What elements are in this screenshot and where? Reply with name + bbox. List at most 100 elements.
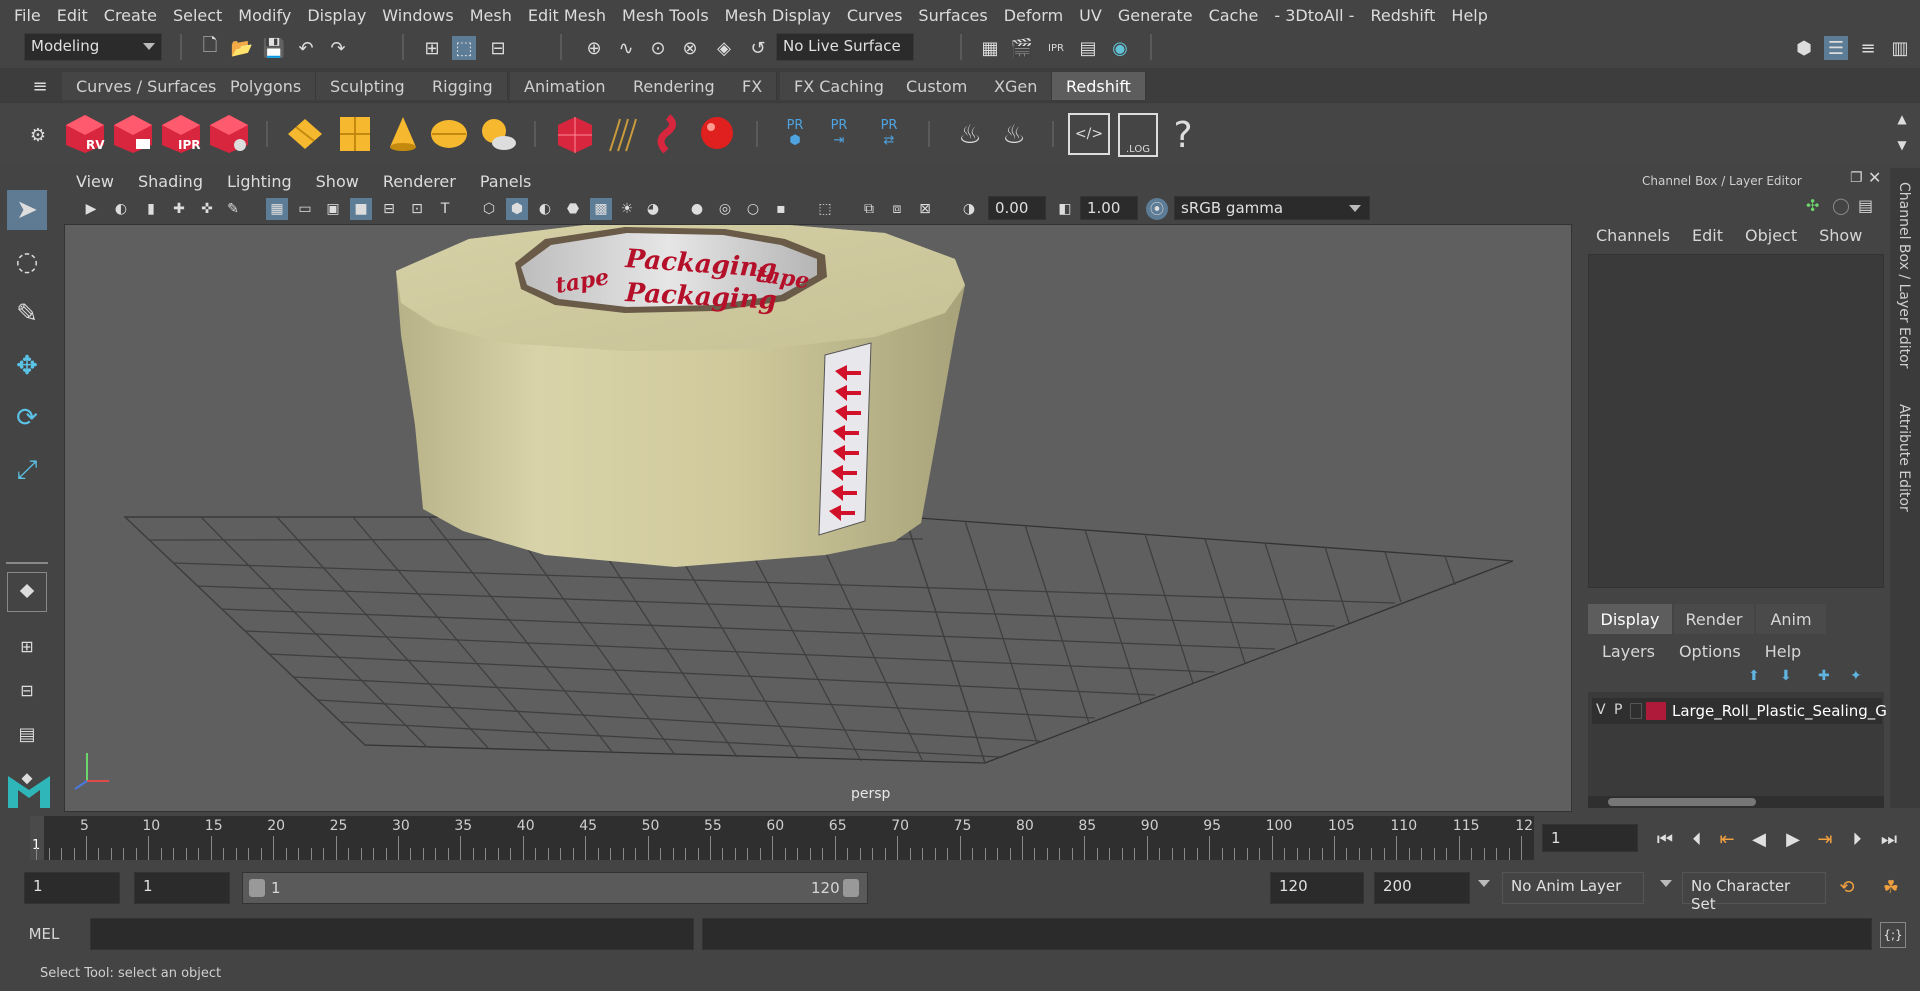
redshift-ipr-icon[interactable]: IPR	[160, 113, 202, 155]
textured-icon[interactable]: ▩	[590, 198, 612, 220]
rotate-tool-icon[interactable]: ⟳	[7, 398, 47, 438]
tab-xgen[interactable]: XGen	[980, 72, 1053, 100]
menu-generate[interactable]: Generate	[1110, 6, 1201, 25]
four-view-layout-icon[interactable]: ⊞	[7, 626, 47, 666]
close-icon[interactable]: ✕	[1868, 168, 1881, 187]
tab-curves-surfaces[interactable]: Curves / Surfaces	[62, 72, 232, 100]
pr-export-icon[interactable]: PR ⇥	[826, 109, 852, 157]
toggle-panels-icon[interactable]: ☰	[1824, 36, 1848, 60]
anim-layer-dropdown[interactable]: No Anim Layer	[1502, 872, 1644, 904]
next-key-icon[interactable]: ⇥	[1812, 826, 1838, 852]
attribute-panel-icon[interactable]: ≡	[1856, 36, 1880, 60]
playback-end-field[interactable]: 120	[1270, 872, 1364, 904]
exposure-field[interactable]: 0.00	[988, 196, 1046, 220]
lasso-tool-icon[interactable]: ◌	[7, 242, 47, 282]
single-layout-icon[interactable]: ⯁	[7, 572, 47, 612]
menu-display[interactable]: Display	[299, 6, 374, 25]
side-tab-channel-box[interactable]: Channel Box / Layer Editor	[1896, 182, 1912, 368]
image-plane-icon[interactable]: ✚	[168, 198, 190, 220]
tab-redshift[interactable]: Redshift	[1052, 72, 1146, 100]
layers-menu[interactable]: Layers	[1602, 642, 1655, 661]
xray-joints-icon[interactable]: ⧈	[886, 198, 908, 220]
menu-help[interactable]: Help	[1443, 6, 1495, 25]
tab-rendering[interactable]: Rendering	[619, 72, 730, 100]
chevron-down-icon[interactable]	[1660, 880, 1672, 887]
redshift-batch-render-icon[interactable]	[112, 113, 154, 155]
step-forward-key-icon[interactable]: ⏵	[1844, 826, 1870, 852]
select-hierarchy-icon[interactable]: ⊞	[420, 36, 444, 60]
log-file-icon[interactable]: .LOG	[1118, 113, 1158, 157]
outliner-layout-icon[interactable]: ▤	[7, 714, 47, 754]
gamma-field[interactable]: 1.00	[1080, 196, 1138, 220]
render-settings-icon[interactable]: ▤	[1076, 36, 1100, 60]
2d-pan-icon[interactable]: ✜	[196, 198, 218, 220]
new-layer-icon[interactable]: ✚	[1818, 668, 1830, 684]
menu-file[interactable]: File	[6, 6, 49, 25]
grease-pencil-icon[interactable]: ✎	[222, 198, 244, 220]
tab-polygons[interactable]: Polygons	[216, 72, 317, 100]
default-material-icon[interactable]: ◐	[534, 198, 556, 220]
safe-action-icon[interactable]: ⊡	[406, 198, 428, 220]
channels-menu[interactable]: Channels	[1596, 226, 1670, 245]
redshift-sphere-icon[interactable]	[696, 113, 738, 155]
play-backward-icon[interactable]: ◀	[1746, 826, 1772, 852]
channel-edit-menu[interactable]: Edit	[1692, 226, 1723, 245]
camera-icon[interactable]: ▶	[80, 198, 102, 220]
redshift-settings-icon[interactable]	[208, 113, 250, 155]
script-editor-icon[interactable]: {;}	[1880, 922, 1906, 948]
camera-attributes-icon[interactable]: ◐	[110, 198, 132, 220]
channel-object-menu[interactable]: Object	[1745, 226, 1797, 245]
ipr-render-icon[interactable]: IPR	[1044, 36, 1068, 60]
tab-display[interactable]: Display	[1588, 604, 1672, 634]
tab-render[interactable]: Render	[1674, 604, 1754, 634]
redshift-sun-sky-icon[interactable]	[476, 113, 518, 155]
menu-edit-mesh[interactable]: Edit Mesh	[520, 6, 614, 25]
redshift-rv-icon[interactable]: RV	[64, 113, 106, 155]
xray-components-icon[interactable]: ⊠	[914, 198, 936, 220]
menu-modify[interactable]: Modify	[230, 6, 299, 25]
script-type-button[interactable]: MEL	[0, 916, 88, 952]
tab-fx[interactable]: FX	[728, 72, 778, 100]
move-layer-up-icon[interactable]: ⬆	[1748, 668, 1760, 684]
wireframe-icon[interactable]: ⬡	[478, 198, 500, 220]
snap-surface-icon[interactable]: ◈	[712, 36, 736, 60]
list-icon[interactable]: ▤	[1858, 196, 1873, 215]
render-frame-icon[interactable]: 🎬	[1010, 36, 1034, 60]
gear-icon[interactable]: ⚙	[26, 123, 50, 147]
scale-tool-icon[interactable]: ⤢	[7, 450, 47, 490]
menu-curves[interactable]: Curves	[839, 6, 911, 25]
smooth-shade-icon[interactable]: ⬢	[506, 198, 528, 220]
redshift-hair-icon[interactable]	[602, 113, 644, 155]
channel-show-menu[interactable]: Show	[1819, 226, 1862, 245]
snap-grid-icon[interactable]: ⊕	[582, 36, 606, 60]
layer-playback-toggle[interactable]: P	[1614, 702, 1622, 718]
colorspace-dropdown[interactable]: sRGB gamma	[1174, 196, 1370, 220]
film-gate-icon[interactable]: ▭	[294, 198, 316, 220]
menu-mesh-display[interactable]: Mesh Display	[717, 6, 839, 25]
snap-point-icon[interactable]: ⊙	[646, 36, 670, 60]
bookmark-icon[interactable]: ▮	[140, 198, 162, 220]
render-view-icon[interactable]: ▦	[978, 36, 1002, 60]
command-input[interactable]	[90, 918, 694, 950]
perspective-viewport[interactable]: Packaging tape Packaging tape persp	[64, 224, 1572, 812]
layer-row[interactable]: V P Large_Roll_Plastic_Sealing_G	[1592, 698, 1887, 724]
play-forward-icon[interactable]: ▶	[1780, 826, 1806, 852]
redshift-dome-light-icon[interactable]	[428, 113, 470, 155]
save-scene-icon[interactable]: 💾	[262, 36, 286, 60]
menu-3dtoall[interactable]: - 3DtoAll -	[1266, 6, 1362, 25]
menu-cache[interactable]: Cache	[1201, 6, 1267, 25]
menuset-dropdown[interactable]: Modeling	[24, 33, 162, 61]
field-chart-icon[interactable]: ⊟	[378, 198, 400, 220]
shadows-icon[interactable]: ◕	[642, 198, 664, 220]
paint-select-tool-icon[interactable]: ✎	[7, 294, 47, 334]
sphere-icon[interactable]: ◯	[1832, 196, 1850, 215]
scrollbar-thumb[interactable]	[1608, 798, 1756, 806]
end-time-field[interactable]: 200	[1374, 872, 1470, 904]
side-tab-attribute-editor[interactable]: Attribute Editor	[1896, 404, 1912, 512]
menu-surfaces[interactable]: Surfaces	[910, 6, 995, 25]
playback-start-field[interactable]: 1	[134, 872, 230, 904]
viewport-menu-lighting[interactable]: Lighting	[215, 172, 304, 191]
live-surface-field[interactable]: No Live Surface	[776, 33, 914, 61]
grid-icon[interactable]: ▦	[266, 198, 288, 220]
gate-mask-icon[interactable]: ■	[350, 198, 372, 220]
